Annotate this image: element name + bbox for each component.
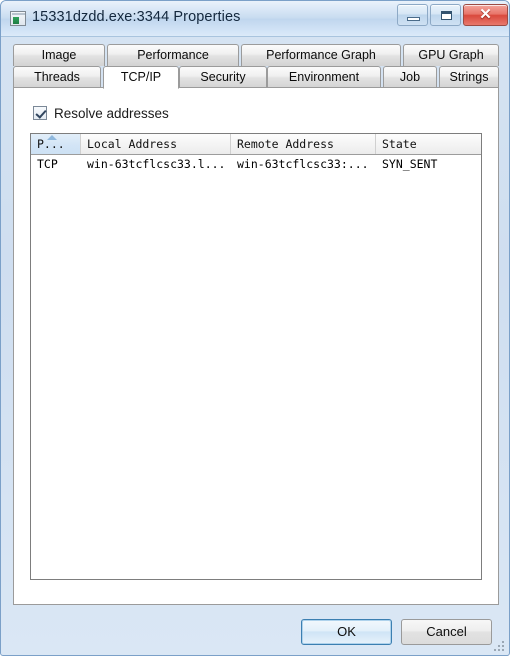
ok-button[interactable]: OK [301,619,392,645]
column-header-remote-address[interactable]: Remote Address [231,134,376,154]
cancel-button[interactable]: Cancel [401,619,492,645]
column-header-local-address[interactable]: Local Address [81,134,231,154]
minimize-button[interactable] [397,4,428,26]
tab-threads[interactable]: Threads [13,66,101,88]
column-header-state[interactable]: State [376,134,481,154]
tab-row-bottom: Threads TCP/IP Security Environment Job … [13,66,499,89]
caption-button-group: ✕ [397,4,508,26]
tab-strings[interactable]: Strings [439,66,499,88]
connections-listview[interactable]: P... Local Address Remote Address State … [30,133,482,580]
cell-state: SYN_SENT [382,157,438,171]
tab-job[interactable]: Job [383,66,437,88]
properties-window: 15331dzdd.exe:3344 Properties ✕ Image Pe… [0,0,510,656]
tab-strip: Image Performance Performance Graph GPU … [13,44,499,89]
cell-local-address: win-63tcflcsc33.l... [87,157,226,171]
tcpip-tab-panel: Resolve addresses P... Local Address Rem… [13,87,499,605]
close-icon: ✕ [479,6,492,23]
minimize-icon [407,17,420,21]
tab-performance[interactable]: Performance [107,44,239,66]
application-window-icon [10,11,26,26]
cell-remote-address: win-63tcflcsc33:... [237,157,369,171]
tab-performance-graph[interactable]: Performance Graph [241,44,401,66]
title-bar[interactable]: 15331dzdd.exe:3344 Properties ✕ [1,1,509,37]
resolve-addresses-label: Resolve addresses [54,105,169,121]
tab-image[interactable]: Image [13,44,105,66]
connections-header-row: P... Local Address Remote Address State [31,134,481,155]
window-title: 15331dzdd.exe:3344 Properties [32,9,241,25]
maximize-button[interactable] [430,4,461,26]
resolve-addresses-checkbox[interactable] [33,106,47,120]
resolve-addresses-checkbox-row[interactable]: Resolve addresses [33,104,169,122]
tab-gpu-graph[interactable]: GPU Graph [403,44,499,66]
tab-security[interactable]: Security [179,66,267,88]
tab-environment[interactable]: Environment [267,66,381,88]
column-header-protocol[interactable]: P... [31,134,81,154]
sort-ascending-icon [47,135,57,140]
cell-protocol: TCP [37,157,58,171]
resize-grip-icon[interactable] [494,641,506,653]
tab-row-top: Image Performance Performance Graph GPU … [13,44,499,66]
tab-tcpip[interactable]: TCP/IP [103,66,179,89]
table-row[interactable]: TCP win-63tcflcsc33.l... win-63tcflcsc33… [31,155,481,174]
close-button[interactable]: ✕ [463,4,508,26]
maximize-icon [441,11,452,20]
